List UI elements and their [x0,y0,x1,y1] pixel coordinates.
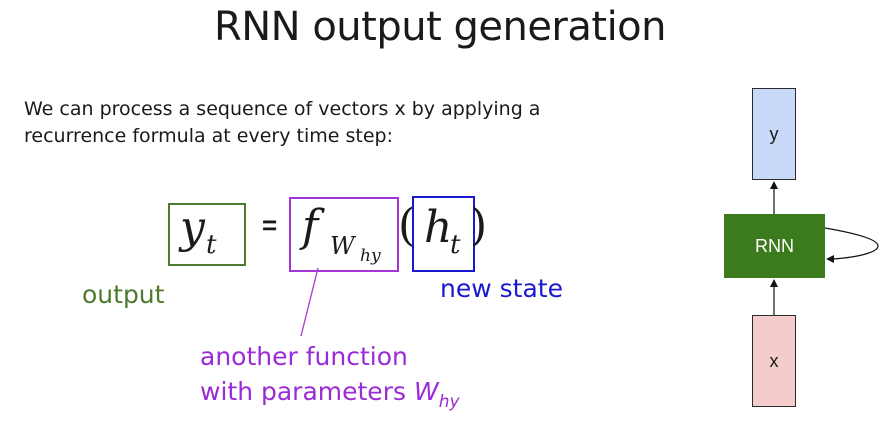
diagram-rnn-label: RNN [755,235,794,256]
arrow-x-to-rnn-head [770,279,778,287]
recurrent-loop-arrow [824,227,879,260]
diagram-output-y-box: y [752,88,796,180]
recurrent-loop-arrow-head [826,255,834,263]
diagram-input-x-box: x [752,315,796,407]
arrow-rnn-to-y-head [770,181,778,189]
diagram-rnn-box: RNN [724,214,825,278]
function-leader-line [300,267,319,337]
diagram-output-y-label: y [769,123,779,144]
diagram-input-x-label: x [769,350,779,371]
